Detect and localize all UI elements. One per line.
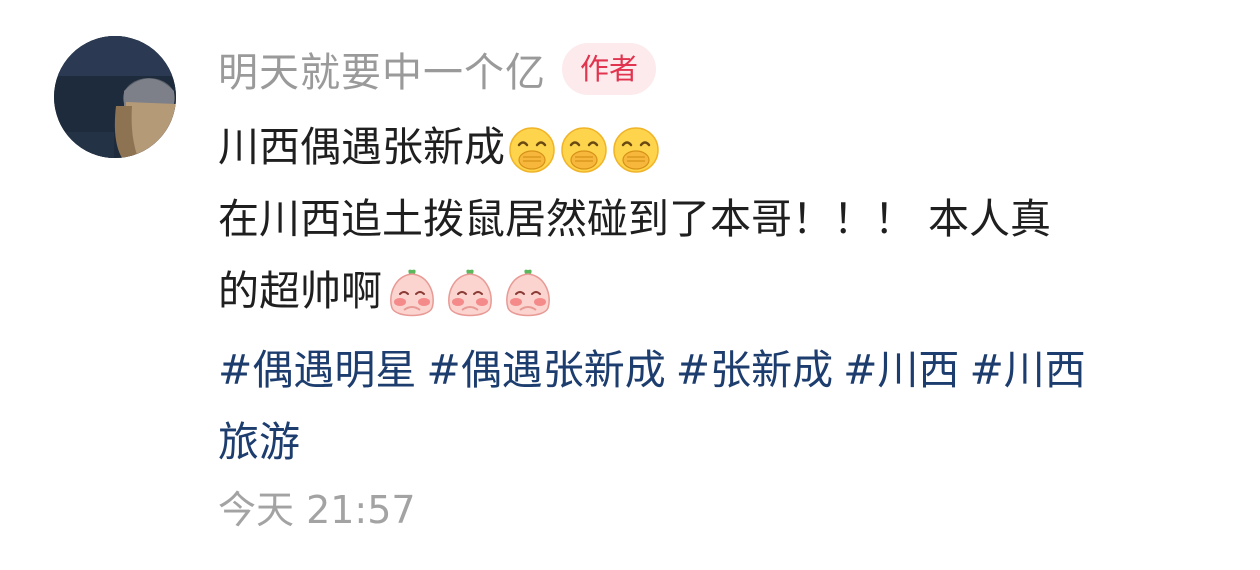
hashtag-link[interactable]: #张新成 xyxy=(676,346,833,394)
hashtag-list: 旅游 xyxy=(218,406,1198,478)
timestamp: 今天 21:57 xyxy=(218,488,416,532)
comment-body-text: 的超帅啊 xyxy=(218,267,382,315)
hashtag-link[interactable]: #偶遇明星 xyxy=(218,346,416,394)
username[interactable]: 明天就要中一个亿 xyxy=(218,40,546,98)
comment-item: 明天就要中一个亿 作者 川西偶遇张新成 在川西追土拨鼠居然碰到了本哥！！！ 本人… xyxy=(0,0,1260,570)
blushing-peach-icon xyxy=(384,266,440,322)
blushing-peach-icon xyxy=(500,266,556,322)
hashtag-list: #偶遇明星 #偶遇张新成 #张新成 #川西 #川西 xyxy=(218,334,1198,406)
avatar[interactable] xyxy=(54,36,176,158)
comment-title: 川西偶遇张新成 xyxy=(218,118,1218,176)
hashtag-link[interactable]: #川西 xyxy=(969,346,1085,394)
cover-mouth-smile-icon xyxy=(611,125,661,175)
comment-body-line: 在川西追土拨鼠居然碰到了本哥！！！ 本人真 xyxy=(218,195,1052,243)
comment-header: 明天就要中一个亿 作者 xyxy=(218,40,657,98)
hashtag-link[interactable]: #川西 xyxy=(843,346,959,394)
cover-mouth-smile-icon xyxy=(559,125,609,175)
hashtag-link[interactable]: #偶遇张新成 xyxy=(426,346,665,394)
hashtag-link-continued[interactable]: 旅游 xyxy=(218,418,300,466)
comment-title-text: 川西偶遇张新成 xyxy=(218,123,505,171)
cover-mouth-smile-icon xyxy=(507,125,557,175)
comment-body-line: 的超帅啊 xyxy=(218,262,1218,322)
author-badge: 作者 xyxy=(562,43,657,95)
blushing-peach-icon xyxy=(442,266,498,322)
